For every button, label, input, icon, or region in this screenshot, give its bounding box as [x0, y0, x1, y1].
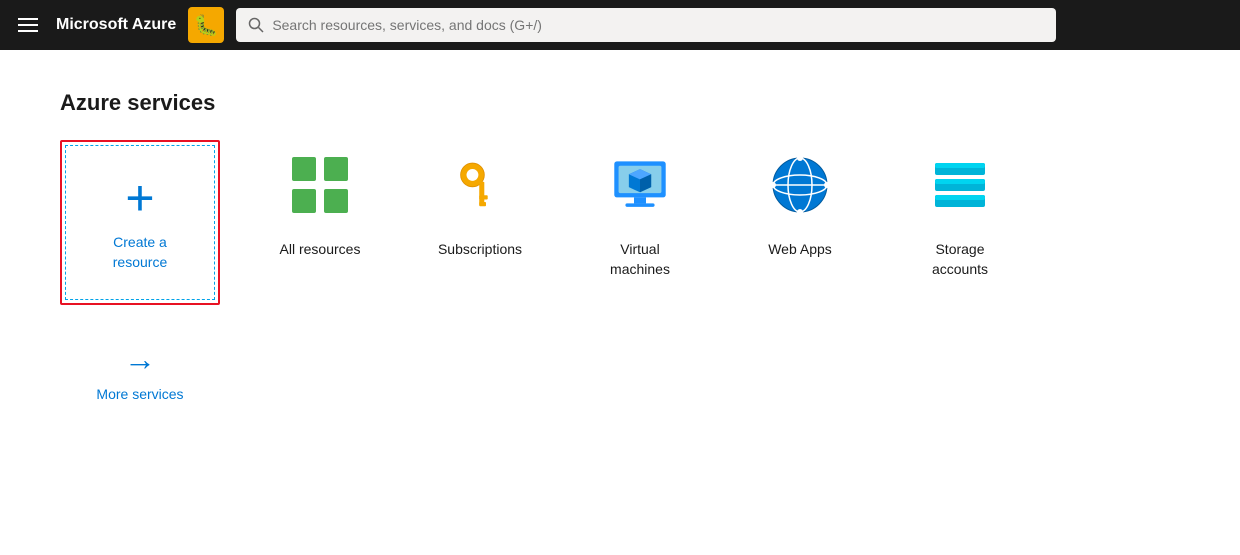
web-apps-icon-wrapper	[755, 140, 845, 230]
arrow-right-icon: →	[124, 341, 156, 378]
web-apps-label: Web Apps	[768, 240, 832, 260]
create-resource-label: Create aresource	[113, 233, 167, 272]
all-resources-icon	[290, 155, 350, 215]
subscriptions-icon-wrapper	[435, 140, 525, 230]
all-resources-icon-wrapper	[275, 140, 365, 230]
subscriptions-icon	[453, 158, 508, 213]
all-resources-label: All resources	[280, 240, 361, 260]
search-input[interactable]	[272, 17, 1044, 33]
services-row: + Create aresource All resources	[60, 140, 1180, 305]
service-storage-accounts[interactable]: Storageaccounts	[880, 140, 1040, 279]
storage-icon-wrapper	[915, 140, 1005, 230]
vm-icon-wrapper	[595, 140, 685, 230]
feedback-button[interactable]: 🐛	[188, 7, 224, 43]
section-title: Azure services	[60, 90, 1180, 116]
search-icon	[248, 17, 264, 33]
hamburger-menu[interactable]	[12, 12, 44, 38]
top-navigation: Microsoft Azure 🐛	[0, 0, 1240, 50]
storage-label: Storageaccounts	[932, 240, 988, 279]
more-services-button[interactable]: → More services	[60, 341, 220, 402]
more-services-row: → More services	[60, 341, 1180, 402]
service-subscriptions[interactable]: Subscriptions	[400, 140, 560, 260]
service-virtual-machines[interactable]: Virtualmachines	[560, 140, 720, 279]
more-services-label: More services	[96, 386, 183, 402]
search-bar	[236, 8, 1056, 42]
vm-label: Virtualmachines	[610, 240, 670, 279]
plus-icon: +	[125, 173, 154, 223]
subscriptions-label: Subscriptions	[438, 240, 522, 260]
create-resource-button[interactable]: + Create aresource	[60, 140, 220, 305]
storage-icon	[930, 155, 990, 215]
service-web-apps[interactable]: Web Apps	[720, 140, 880, 260]
service-all-resources[interactable]: All resources	[240, 140, 400, 260]
main-content: Azure services + Create aresource All re…	[0, 50, 1240, 555]
web-apps-icon	[770, 155, 830, 215]
app-title: Microsoft Azure	[56, 16, 176, 34]
vm-icon	[610, 155, 670, 215]
